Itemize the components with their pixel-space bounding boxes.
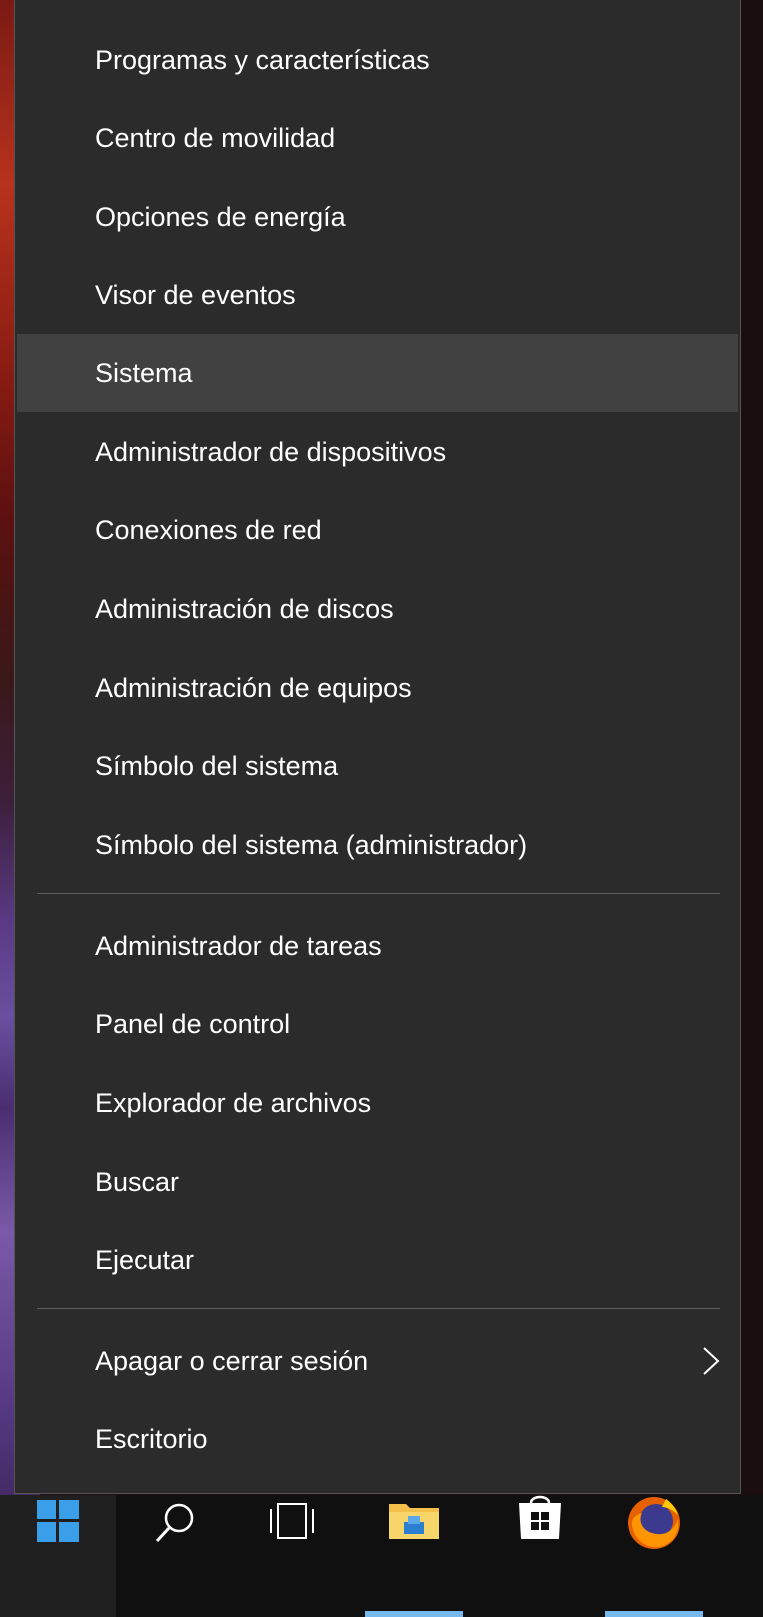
- menu-item-mobility-center[interactable]: Centro de movilidad: [17, 99, 738, 177]
- menu-item-command-prompt[interactable]: Símbolo del sistema: [17, 727, 738, 805]
- menu-item-label: Administración de discos: [95, 593, 394, 624]
- menu-item-label: Programas y características: [95, 44, 430, 75]
- menu-item-label: Administrador de tareas: [95, 930, 382, 961]
- menu-item-label: Conexiones de red: [95, 514, 322, 545]
- menu-item-power-options[interactable]: Opciones de energía: [17, 178, 738, 256]
- menu-item-label: Buscar: [95, 1166, 180, 1197]
- chevron-right-icon: [703, 1347, 720, 1375]
- store-bag-icon: [519, 1495, 561, 1539]
- menu-item-network-connections[interactable]: Conexiones de red: [17, 491, 738, 569]
- menu-item-label: Apagar o cerrar sesión: [95, 1345, 369, 1376]
- task-view-icon: [270, 1503, 314, 1539]
- menu-item-search[interactable]: Buscar: [17, 1143, 738, 1221]
- menu-item-label: Ejecutar: [95, 1244, 195, 1275]
- search-icon: [155, 1503, 194, 1543]
- menu-item-label: Símbolo del sistema (administrador): [95, 829, 528, 860]
- menu-item-label: Visor de eventos: [95, 279, 296, 310]
- menu-item-label: Símbolo del sistema: [95, 750, 339, 781]
- firefox-icon: [628, 1497, 680, 1549]
- menu-item-label: Sistema: [95, 357, 193, 388]
- active-app-indicator: [365, 1611, 463, 1617]
- start-button[interactable]: [0, 1495, 116, 1617]
- store-taskbar-button[interactable]: [482, 1495, 598, 1617]
- menu-item-event-viewer[interactable]: Visor de eventos: [17, 256, 738, 334]
- menu-item-desktop[interactable]: Escritorio: [17, 1400, 738, 1478]
- search-button[interactable]: [116, 1495, 234, 1617]
- menu-item-run[interactable]: Ejecutar: [17, 1221, 738, 1299]
- folder-icon: [389, 1504, 439, 1539]
- windows-logo-icon: [37, 1500, 79, 1542]
- menu-item-system[interactable]: Sistema: [17, 334, 738, 412]
- task-view-button[interactable]: [234, 1495, 350, 1617]
- power-user-menu: Programas y características Centro de mo…: [14, 0, 741, 1494]
- menu-item-label: Escritorio: [95, 1423, 208, 1454]
- menu-item-label: Panel de control: [95, 1008, 291, 1039]
- menu-item-file-explorer[interactable]: Explorador de archivos: [17, 1064, 738, 1142]
- menu-item-device-manager[interactable]: Administrador de dispositivos: [17, 413, 738, 491]
- menu-item-label: Centro de movilidad: [95, 122, 336, 153]
- firefox-taskbar-button[interactable]: [605, 1495, 703, 1617]
- menu-separator: [37, 1308, 720, 1309]
- menu-item-label: Administración de equipos: [95, 672, 412, 703]
- menu-item-disk-management[interactable]: Administración de discos: [17, 570, 738, 648]
- taskbar: [0, 1495, 763, 1617]
- menu-item-label: Opciones de energía: [95, 201, 346, 232]
- menu-item-label: Administrador de dispositivos: [95, 436, 447, 467]
- menu-separator: [37, 893, 720, 894]
- menu-item-label: Explorador de archivos: [95, 1087, 372, 1118]
- menu-item-shutdown-signout[interactable]: Apagar o cerrar sesión: [17, 1322, 738, 1400]
- menu-item-command-prompt-admin[interactable]: Símbolo del sistema (administrador): [17, 806, 738, 884]
- file-explorer-taskbar-button[interactable]: [365, 1495, 463, 1617]
- active-app-indicator: [605, 1611, 703, 1617]
- menu-item-computer-management[interactable]: Administración de equipos: [17, 649, 738, 727]
- menu-item-task-manager[interactable]: Administrador de tareas: [17, 907, 738, 985]
- menu-item-programs-features[interactable]: Programas y características: [17, 21, 738, 99]
- menu-item-control-panel[interactable]: Panel de control: [17, 985, 738, 1063]
